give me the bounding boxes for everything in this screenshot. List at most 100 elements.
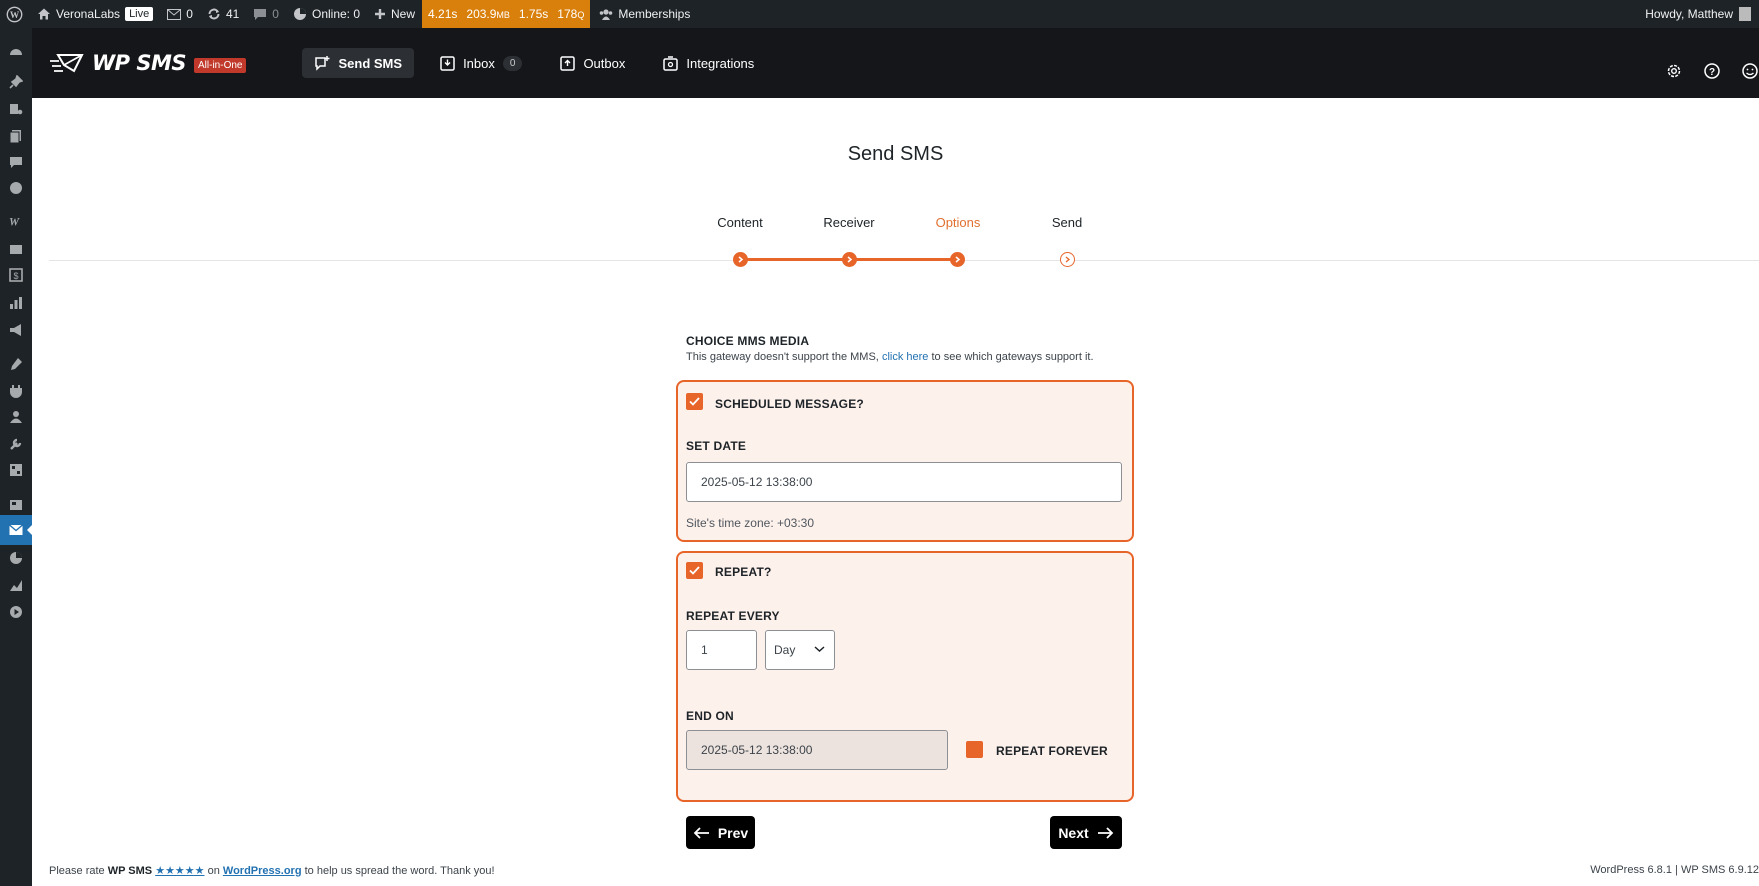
send-sms-icon [315, 56, 330, 71]
perf-time: 4.21s [428, 7, 458, 21]
gear-icon[interactable] [1665, 62, 1683, 80]
step-send-dot[interactable] [1060, 252, 1075, 267]
tools-icon[interactable] [9, 437, 23, 451]
nav-integrations[interactable]: Integrations [651, 48, 766, 78]
all-in-one-badge: All-in-One [194, 57, 247, 73]
pages-icon[interactable] [9, 129, 23, 143]
comments-icon[interactable] [9, 155, 23, 169]
nav-outbox[interactable]: Outbox [548, 48, 637, 78]
step-content-label[interactable]: Content [690, 215, 790, 230]
users-icon[interactable] [9, 410, 23, 424]
products-icon[interactable] [9, 242, 23, 256]
wordpress-logo-icon[interactable]: W [0, 0, 30, 28]
updates-count: 41 [225, 7, 240, 21]
home-icon [38, 8, 50, 20]
media-icon[interactable] [9, 102, 23, 116]
woo-w-icon[interactable]: W [9, 214, 23, 228]
woocommerce-icon[interactable] [9, 181, 23, 195]
mms-media-notice: This gateway doesn't support the MMS, cl… [686, 351, 1094, 363]
avatar [1739, 7, 1751, 21]
rating-stars-link[interactable]: ★★★★★ [155, 865, 204, 877]
step-receiver-label[interactable]: Receiver [799, 215, 899, 230]
comments-menu[interactable]: 0 [246, 0, 286, 28]
messages-count: 0 [186, 7, 193, 21]
chart-icon[interactable] [9, 578, 23, 592]
scheduled-message-card: SCHEDULED MESSAGE? SET DATE 2025-05-12 1… [676, 380, 1134, 542]
live-badge: Live [125, 7, 154, 21]
admin-bar: W VeronaLabs Live 0 41 0 Online: 0 New 4… [0, 0, 1759, 28]
step-options-label[interactable]: Options [908, 215, 1008, 230]
set-date-label: SET DATE [686, 439, 747, 453]
query-monitor-perf[interactable]: 4.21s 203.9MB 1.75s 178Q [422, 0, 591, 28]
online-count: Online: 0 [311, 7, 361, 21]
footer-version: WordPress 6.8.1 | WP SMS 6.9.12 [1590, 864, 1759, 876]
settings-icon[interactable] [9, 463, 23, 477]
plugins-icon[interactable] [9, 384, 23, 398]
step-receiver-dot[interactable] [842, 252, 857, 267]
nav-send-sms[interactable]: Send SMS [302, 48, 415, 78]
analytics-icon[interactable] [9, 296, 23, 310]
timezone-hint: Site's time zone: +03:30 [686, 516, 815, 530]
dashboard-icon[interactable] [9, 45, 23, 59]
plugin-header: WP SMS All-in-One Send SMS Inbox 0 Outbo… [32, 28, 1759, 98]
arrow-left-icon [693, 826, 709, 839]
pin-icon[interactable] [9, 75, 23, 89]
svg-text:?: ? [1709, 67, 1715, 78]
my-account-menu[interactable]: Howdy, Matthew [1645, 7, 1759, 21]
sms-envelope-icon[interactable] [9, 523, 23, 537]
repeat-unit-select[interactable]: Day [765, 630, 835, 670]
new-label: New [391, 7, 416, 21]
smiley-icon[interactable] [1741, 62, 1759, 80]
wordpress-org-link[interactable]: WordPress.org [223, 865, 302, 877]
play-icon[interactable] [9, 605, 23, 619]
repeat-card: REPEAT? REPEAT EVERY 1 Day END ON 2025-0… [676, 551, 1134, 802]
end-on-input[interactable]: 2025-05-12 13:38:00 [686, 730, 948, 770]
online-menu[interactable]: Online: 0 [286, 0, 367, 28]
help-icon[interactable]: ? [1703, 62, 1721, 80]
payments-icon[interactable]: $ [9, 268, 23, 282]
gateways-link[interactable]: click here [882, 351, 928, 363]
nav-inbox[interactable]: Inbox 0 [428, 48, 534, 78]
mms-media-heading: CHOICE MMS MEDIA [686, 334, 810, 348]
refresh-icon [208, 8, 220, 20]
site-name: VeronaLabs [56, 7, 121, 21]
step-options-dot[interactable] [950, 252, 965, 267]
admin-sidebar: W $ [0, 28, 32, 886]
memberships-menu[interactable]: Memberships [590, 0, 697, 28]
users-icon [600, 8, 613, 20]
repeat-every-label: REPEAT EVERY [686, 609, 780, 623]
repeat-forever-label: REPEAT FOREVER [996, 744, 1108, 758]
memberships-label: Memberships [618, 7, 691, 21]
perf-queries: 178Q [557, 7, 585, 21]
repeat-checkbox[interactable] [686, 562, 703, 579]
wp-sms-logo[interactable]: WP SMS All-in-One [50, 51, 247, 75]
appearance-icon[interactable] [9, 357, 23, 371]
statistics-icon[interactable] [9, 551, 23, 565]
comment-icon [254, 8, 267, 20]
updates-menu[interactable]: 41 [200, 0, 246, 28]
repeat-every-input[interactable]: 1 [686, 630, 757, 670]
svg-text:W: W [10, 10, 20, 20]
set-date-input[interactable]: 2025-05-12 13:38:00 [686, 462, 1122, 502]
paper-plane-icon [50, 54, 84, 73]
integrations-icon [663, 55, 679, 71]
brand-name: WP SMS [92, 51, 187, 75]
step-content-dot[interactable] [733, 252, 748, 267]
repeat-label: REPEAT? [715, 565, 772, 579]
next-button[interactable]: Next [1050, 816, 1122, 849]
new-content-menu[interactable]: New [367, 0, 422, 28]
svg-text:W: W [9, 216, 20, 228]
marketing-icon[interactable] [9, 323, 23, 337]
comments-count: 0 [272, 7, 279, 21]
perf-query-time: 1.75s [518, 7, 549, 21]
step-send-label[interactable]: Send [1017, 215, 1117, 230]
prev-button[interactable]: Prev [686, 816, 755, 849]
header-tools: ? [1665, 62, 1759, 80]
messages-menu[interactable]: 0 [160, 0, 200, 28]
layout-icon[interactable] [9, 498, 23, 512]
scheduled-message-checkbox[interactable] [686, 393, 703, 410]
repeat-forever-checkbox[interactable] [966, 741, 983, 758]
footer-plugin-name: WP SMS [107, 865, 153, 877]
arrow-right-icon [1097, 826, 1113, 839]
site-name-menu[interactable]: VeronaLabs Live [30, 0, 160, 28]
